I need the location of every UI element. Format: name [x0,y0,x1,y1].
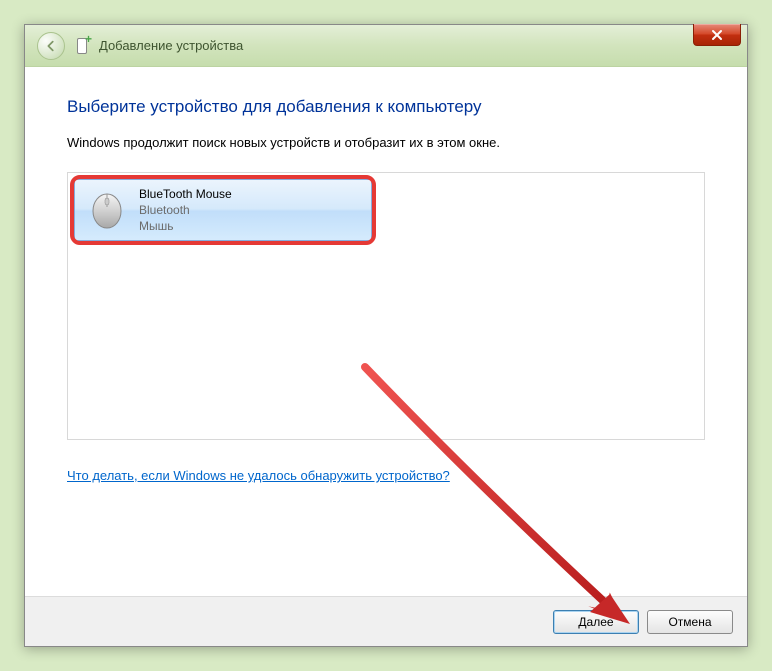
arrow-left-icon [44,39,58,53]
next-button[interactable]: Далее [553,610,639,634]
window-title: Добавление устройства [99,38,243,53]
device-name: BlueTooth Mouse [139,186,232,202]
titlebar: + Добавление устройства [25,25,747,67]
page-subheading: Windows продолжит поиск новых устройств … [67,135,705,150]
device-type: Мышь [139,218,232,234]
cancel-button[interactable]: Отмена [647,610,733,634]
add-device-window: + Добавление устройства Выберите устройс… [24,24,748,647]
device-item-bluetooth-mouse[interactable]: BlueTooth Mouse Bluetooth Мышь [74,179,372,241]
mouse-icon [85,187,129,234]
close-icon [711,29,723,41]
page-heading: Выберите устройство для добавления к ком… [67,97,705,117]
close-button[interactable] [693,24,741,46]
content-area: Выберите устройство для добавления к ком… [25,67,747,596]
button-bar: Далее Отмена [25,596,747,646]
device-info: BlueTooth Mouse Bluetooth Мышь [139,186,232,235]
help-link[interactable]: Что делать, если Windows не удалось обна… [67,468,450,483]
device-list: BlueTooth Mouse Bluetooth Мышь [67,172,705,440]
add-device-icon: + [75,37,93,55]
device-connection: Bluetooth [139,202,232,218]
back-button[interactable] [37,32,65,60]
